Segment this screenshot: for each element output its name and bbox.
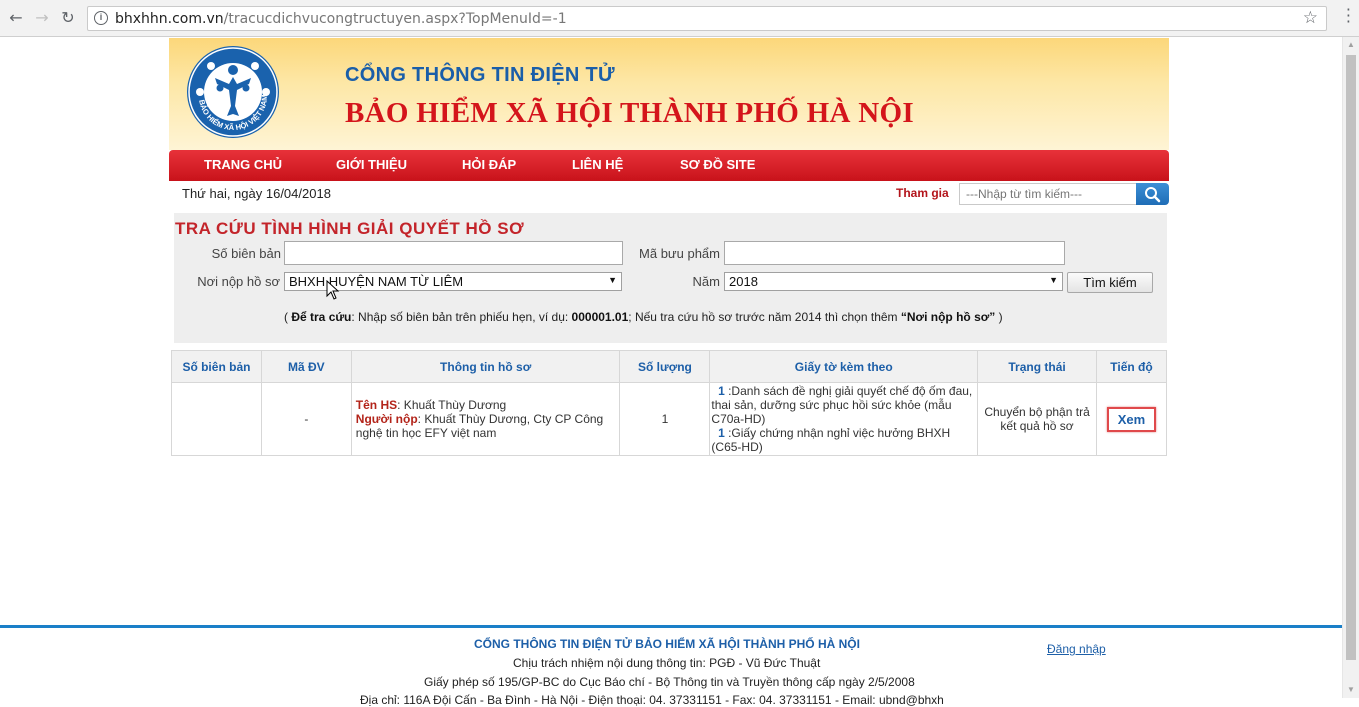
- url-path: /tracucdichvucongtructuyen.aspx?TopMenuI…: [223, 11, 567, 27]
- ten-hs-value: : Khuất Thùy Dương: [397, 398, 507, 412]
- hint-close: ): [995, 310, 1003, 324]
- site-search-input[interactable]: [959, 183, 1137, 205]
- cell-so-luong: 1: [619, 382, 711, 456]
- scroll-down-icon[interactable]: ▼: [1347, 685, 1355, 694]
- nav-item-faq[interactable]: HỎI ĐÁP: [462, 157, 516, 172]
- scrollbar-thumb[interactable]: [1346, 55, 1356, 660]
- footer-title: CỔNG THÔNG TIN ĐIỆN TỬ BẢO HIỂM XÃ HỘI T…: [474, 637, 860, 651]
- col-thong-tin: Thông tin hồ sơ: [350, 350, 621, 383]
- url-host: bhxhhn.com.vn: [115, 11, 224, 27]
- ma-buu-pham-input[interactable]: [724, 241, 1065, 265]
- hint-bold-3: “Nơi nộp hồ sơ”: [900, 310, 996, 324]
- footer-license: Giấy phép số 195/GP-BC do Cục Báo chí - …: [424, 675, 915, 689]
- att1-text: :Danh sách đề nghị giải quyết chế độ ốm …: [711, 384, 973, 426]
- cell-ma-dv: -: [260, 382, 352, 456]
- nav-item-contact[interactable]: LIÊN HỆ: [572, 157, 623, 172]
- bookmark-star-icon[interactable]: ☆: [1303, 8, 1318, 28]
- att2-text: :Giấy chứng nhận nghỉ việc hưởng BHXH (C…: [711, 426, 951, 454]
- lookup-panel: TRA CỨU TÌNH HÌNH GIẢI QUYẾT HỒ SƠ Số bi…: [174, 213, 1167, 343]
- footer-responsible: Chịu trách nhiệm nội dung thông tin: PGĐ…: [513, 656, 821, 670]
- cell-thong-tin: Tên HS: Khuất Thùy Dương Người nộp: Khuấ…: [350, 382, 621, 456]
- lookup-hint: ( Để tra cứu: Nhập số biên bản trên phiế…: [284, 310, 1003, 324]
- portal-title: CỔNG THÔNG TIN ĐIỆN TỬ: [345, 64, 615, 86]
- site-info-icon[interactable]: i: [94, 11, 108, 25]
- mouse-cursor-icon: [326, 280, 340, 300]
- hint-bold-1: Để tra cứu: [291, 310, 352, 324]
- nav-item-about[interactable]: GIỚI THIỆU: [336, 157, 407, 172]
- nam-label: Năm: [692, 274, 720, 289]
- nguoi-nop-label: Người nộp: [355, 412, 418, 426]
- join-link[interactable]: Tham gia: [896, 186, 949, 200]
- scroll-up-icon[interactable]: ▲: [1347, 40, 1355, 49]
- ten-hs-label: Tên HS: [355, 398, 398, 412]
- cell-trang-thai: Chuyển bộ phận trả kết quả hồ sơ: [977, 382, 1097, 456]
- url-text: bhxhhn.com.vn/tracucdichvucongtructuyen.…: [115, 11, 567, 27]
- site-footer: CỔNG THÔNG TIN ĐIỆN TỬ BẢO HIỂM XÃ HỘI T…: [0, 628, 1342, 707]
- browser-menu-icon[interactable]: · · ·: [1346, 2, 1351, 30]
- current-date: Thứ hai, ngày 16/04/2018: [182, 186, 331, 201]
- hint-bold-2: 000001.01: [571, 310, 629, 324]
- reload-icon[interactable]: ↻: [58, 8, 78, 28]
- att1-count: 1: [718, 384, 725, 398]
- cell-tien-do: Xem: [1095, 382, 1168, 456]
- tim-kiem-button[interactable]: Tìm kiếm: [1067, 272, 1153, 293]
- col-so-luong: Số lượng: [619, 350, 711, 383]
- nam-value: 2018: [729, 274, 758, 289]
- bhxh-logo[interactable]: BẢO HIỂM XÃ HỘI VIỆT NAM: [185, 44, 281, 140]
- so-bien-ban-label: Số biên bản: [211, 246, 281, 261]
- hint-text-1: : Nhập số biên bản trên phiếu hẹn, ví dụ…: [351, 310, 572, 324]
- table-header-row: Số biên bản Mã ĐV Thông tin hồ sơ Số lượ…: [171, 350, 1168, 383]
- login-link[interactable]: Đăng nhập: [1047, 642, 1106, 656]
- noi-nop-label: Nơi nộp hồ sơ: [197, 274, 280, 289]
- xem-link[interactable]: Xem: [1118, 412, 1145, 427]
- footer-address: Địa chỉ: 116A Đội Cấn - Ba Đình - Hà Nội…: [360, 693, 944, 707]
- site-title: BẢO HIỂM XÃ HỘI THÀNH PHỐ HÀ NỘI: [345, 97, 914, 129]
- col-ma-dv: Mã ĐV: [260, 350, 352, 383]
- cell-giay-to: 1 :Danh sách đề nghị giải quyết chế độ ố…: [709, 382, 979, 456]
- table-row: - Tên HS: Khuất Thùy Dương Người nộp: Kh…: [171, 382, 1168, 456]
- nam-select[interactable]: 2018 ▼: [724, 272, 1063, 291]
- back-icon[interactable]: ←: [6, 8, 26, 28]
- nav-item-sitemap[interactable]: SƠ ĐỒ SITE: [680, 157, 755, 172]
- site-search-button[interactable]: [1136, 183, 1169, 205]
- col-so-bien-ban: Số biên bản: [171, 350, 262, 383]
- att2-count: 1: [718, 426, 725, 440]
- page-scrollbar[interactable]: ▲ ▼: [1342, 37, 1359, 698]
- col-trang-thai: Trạng thái: [977, 350, 1097, 383]
- search-icon: [1145, 187, 1161, 203]
- ma-buu-pham-label: Mã bưu phẩm: [639, 246, 720, 261]
- col-giay-to: Giấy tờ kèm theo: [709, 350, 979, 383]
- cell-so-bien-ban: [171, 382, 262, 456]
- results-table: Số biên bản Mã ĐV Thông tin hồ sơ Số lượ…: [171, 350, 1168, 456]
- address-bar[interactable]: i bhxhhn.com.vn/tracucdichvucongtructuye…: [87, 6, 1327, 31]
- col-tien-do: Tiến độ: [1095, 350, 1168, 383]
- forward-icon[interactable]: →: [32, 8, 52, 28]
- lookup-title: TRA CỨU TÌNH HÌNH GIẢI QUYẾT HỒ SƠ: [175, 219, 525, 238]
- hint-text-2: ; Nếu tra cứu hồ sơ trước năm 2014 thì c…: [628, 310, 901, 324]
- xem-highlight: Xem: [1106, 406, 1157, 432]
- so-bien-ban-input[interactable]: [284, 241, 623, 265]
- noi-nop-value: BHXH HUYỆN NAM TỪ LIÊM: [289, 274, 464, 289]
- nav-item-home[interactable]: TRANG CHỦ: [204, 157, 282, 172]
- main-nav: TRANG CHỦ GIỚI THIỆU HỎI ĐÁP LIÊN HỆ SƠ …: [169, 150, 1169, 181]
- dropdown-arrow-icon: ▼: [1049, 275, 1058, 285]
- browser-toolbar: ← → ↻ i bhxhhn.com.vn/tracucdichvucongtr…: [0, 0, 1359, 37]
- site-header-banner: BẢO HIỂM XÃ HỘI VIỆT NAM CỔNG THÔNG TIN …: [169, 38, 1169, 150]
